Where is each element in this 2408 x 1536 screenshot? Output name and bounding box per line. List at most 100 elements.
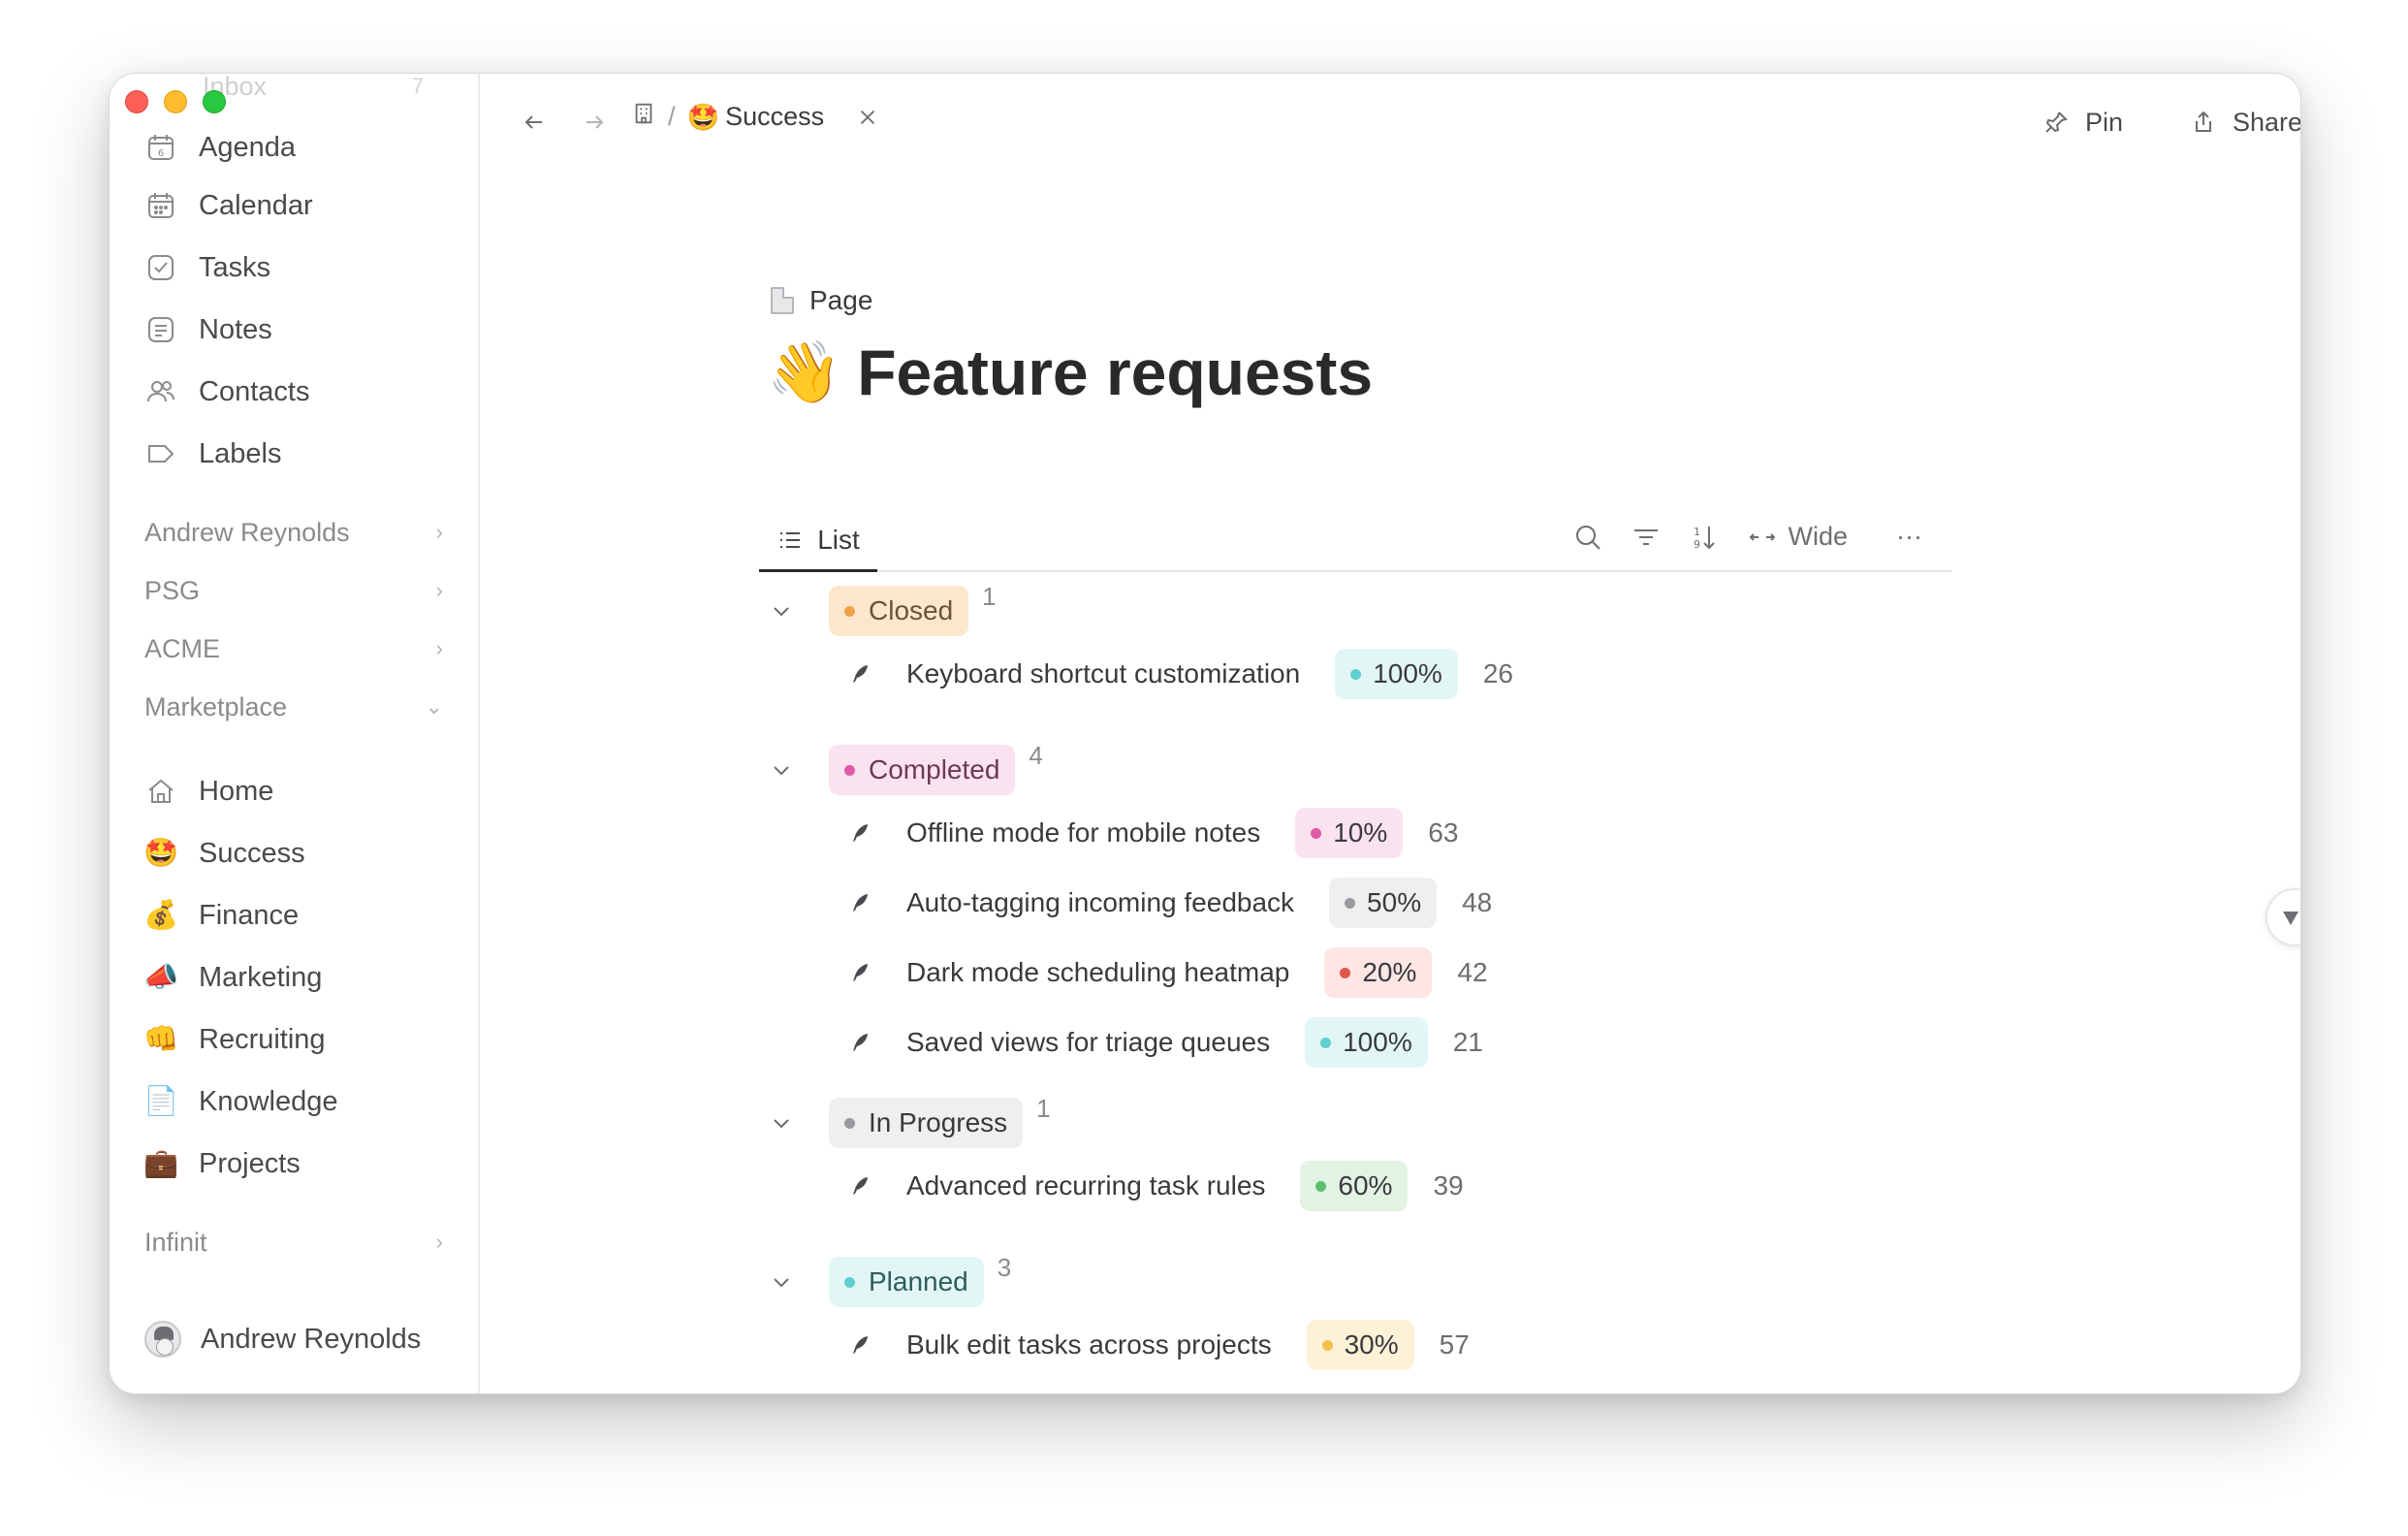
- list-item[interactable]: Auto-tagging incoming feedback 50% 48: [848, 877, 1492, 929]
- list-item[interactable]: Advanced recurring task rules 60% 39: [848, 1160, 1464, 1212]
- tab-list[interactable]: List: [759, 510, 877, 572]
- share-button[interactable]: Share: [2190, 103, 2301, 142]
- list-item[interactable]: Saved views for triage queues 100% 21: [848, 1016, 1483, 1069]
- progress-value: 60%: [1338, 1170, 1393, 1200]
- group-header[interactable]: Planned 3: [771, 1253, 1011, 1307]
- sidebar-item-recruiting[interactable]: 👊 Recruiting: [143, 1012, 455, 1067]
- sidebar-item-success[interactable]: 🤩 Success: [143, 826, 455, 880]
- svg-text:1: 1: [1694, 526, 1700, 538]
- sort-button[interactable]: 19: [1690, 523, 1719, 552]
- group-count: 4: [1029, 741, 1043, 770]
- sidebar-group-psg[interactable]: PSG ›: [144, 566, 443, 615]
- list-item[interactable]: Offline mode for mobile notes 10% 63: [848, 807, 1458, 859]
- chevron-down-icon[interactable]: [771, 600, 794, 622]
- sidebar-group-andrew-reynolds[interactable]: Andrew Reynolds ›: [144, 508, 443, 557]
- item-title: Advanced recurring task rules: [906, 1170, 1266, 1200]
- status-badge: In Progress: [829, 1098, 1024, 1148]
- filter-button[interactable]: [1632, 523, 1661, 552]
- chevron-down-icon[interactable]: [771, 759, 794, 781]
- item-title: Bulk edit tasks across projects: [906, 1329, 1272, 1360]
- search-button[interactable]: [1573, 523, 1602, 552]
- sidebar-item-tasks[interactable]: Tasks: [144, 240, 455, 295]
- progress-value: 100%: [1343, 1027, 1412, 1057]
- list-item[interactable]: Keyboard shortcut customization 100% 26: [848, 648, 1513, 700]
- minimize-window-button[interactable]: [164, 90, 187, 113]
- calendar-icon: [144, 189, 177, 222]
- progress-dot: [1315, 1180, 1327, 1192]
- sidebar-group-label: Andrew Reynolds: [144, 517, 350, 547]
- sidebar-group-infinit[interactable]: Infinit ›: [144, 1218, 443, 1266]
- progress-badge: 100%: [1335, 649, 1458, 699]
- breadcrumb-label: Success: [725, 102, 825, 131]
- top-bar: / 🤩 Success Pin Share ···: [480, 74, 2300, 171]
- close-window-button[interactable]: [125, 90, 148, 113]
- pin-icon: [2045, 112, 2068, 133]
- sidebar-group-acme[interactable]: ACME ›: [144, 624, 443, 673]
- sidebar-item-label: Marketing: [199, 961, 323, 993]
- group-count: 1: [982, 582, 997, 611]
- forward-button[interactable]: [581, 103, 608, 142]
- pin-button[interactable]: Pin: [2043, 103, 2123, 142]
- sidebar-item-home[interactable]: Home: [144, 764, 455, 818]
- breadcrumb-separator: /: [668, 102, 676, 131]
- sidebar-item-label: Agenda: [199, 131, 296, 163]
- chevron-down-icon[interactable]: [771, 1271, 794, 1293]
- sidebar-item-labels[interactable]: Labels: [144, 427, 455, 481]
- tasks-icon: [144, 251, 177, 284]
- progress-value: 100%: [1373, 658, 1442, 688]
- feather-icon: [848, 891, 877, 914]
- sidebar-item-label: Contacts: [199, 375, 310, 407]
- wide-toggle-button[interactable]: Wide: [1748, 522, 1848, 552]
- view-more-button[interactable]: ···: [1896, 522, 1922, 552]
- side-panel-handle[interactable]: [2265, 888, 2300, 946]
- progress-value: 50%: [1367, 887, 1422, 917]
- avatar: [144, 1321, 181, 1358]
- item-title: Saved views for triage queues: [906, 1027, 1271, 1057]
- view-tools: 19 Wide ···: [1573, 522, 1922, 552]
- item-score: 63: [1428, 817, 1459, 848]
- sidebar-group-label: PSG: [144, 575, 201, 605]
- list-item[interactable]: Dark mode scheduling heatmap 20% 42: [848, 946, 1488, 999]
- user-profile[interactable]: Andrew Reynolds: [144, 1312, 421, 1366]
- group-header[interactable]: Closed 1: [771, 582, 997, 636]
- sidebar-item-label: Success: [199, 837, 305, 869]
- feather-icon: [848, 1174, 877, 1198]
- sidebar-item-label: Calendar: [199, 189, 313, 221]
- labels-icon: [144, 437, 177, 470]
- list-item[interactable]: Bulk edit tasks across projects 30% 57: [848, 1319, 1470, 1371]
- group-header[interactable]: Completed 4: [771, 741, 1043, 795]
- feather-icon: [848, 1031, 877, 1054]
- page-title-text: Feature requests: [857, 336, 1374, 408]
- status-dot: [844, 1117, 855, 1129]
- sidebar-item-knowledge[interactable]: 📄 Knowledge: [143, 1074, 455, 1129]
- share-label: Share: [2233, 107, 2301, 137]
- pin-label: Pin: [2085, 107, 2124, 137]
- breadcrumb-success[interactable]: 🤩 Success: [687, 102, 825, 133]
- sidebar-item-finance[interactable]: 💰 Finance: [143, 888, 455, 943]
- filter-icon: [1633, 528, 1658, 545]
- progress-value: 20%: [1362, 957, 1417, 987]
- sidebar-item-projects[interactable]: 💼 Projects: [143, 1136, 455, 1191]
- page-type-text: Page: [809, 285, 873, 315]
- close-icon: [861, 110, 875, 124]
- chevron-down-icon[interactable]: [771, 1112, 794, 1134]
- group-header[interactable]: In Progress 1: [771, 1094, 1051, 1148]
- expand-horizontal-icon: [1749, 532, 1775, 541]
- sidebar-group-marketplace[interactable]: Marketplace ⌄: [144, 683, 443, 731]
- maximize-window-button[interactable]: [203, 90, 226, 113]
- back-button[interactable]: [521, 103, 548, 142]
- sidebar-item-agenda[interactable]: 6 Agenda: [144, 120, 455, 175]
- page-title[interactable]: 👋 Feature requests: [767, 336, 1373, 409]
- sidebar-item-marketing[interactable]: 📣 Marketing: [143, 950, 455, 1005]
- building-icon[interactable]: [631, 101, 656, 133]
- sidebar-group-label: Infinit: [144, 1227, 207, 1257]
- item-score: 39: [1433, 1170, 1464, 1200]
- sidebar-item-label: Home: [199, 775, 274, 807]
- main-content: Page 👋 Feature requests List 19 Wide ···…: [480, 171, 2300, 1393]
- item-score: 26: [1482, 658, 1513, 688]
- sidebar-item-notes[interactable]: Notes: [144, 303, 455, 357]
- sidebar-item-contacts[interactable]: Contacts: [144, 365, 455, 419]
- close-tab-button[interactable]: [857, 107, 878, 128]
- window-controls: [125, 90, 226, 113]
- sidebar-item-calendar[interactable]: Calendar: [144, 178, 455, 233]
